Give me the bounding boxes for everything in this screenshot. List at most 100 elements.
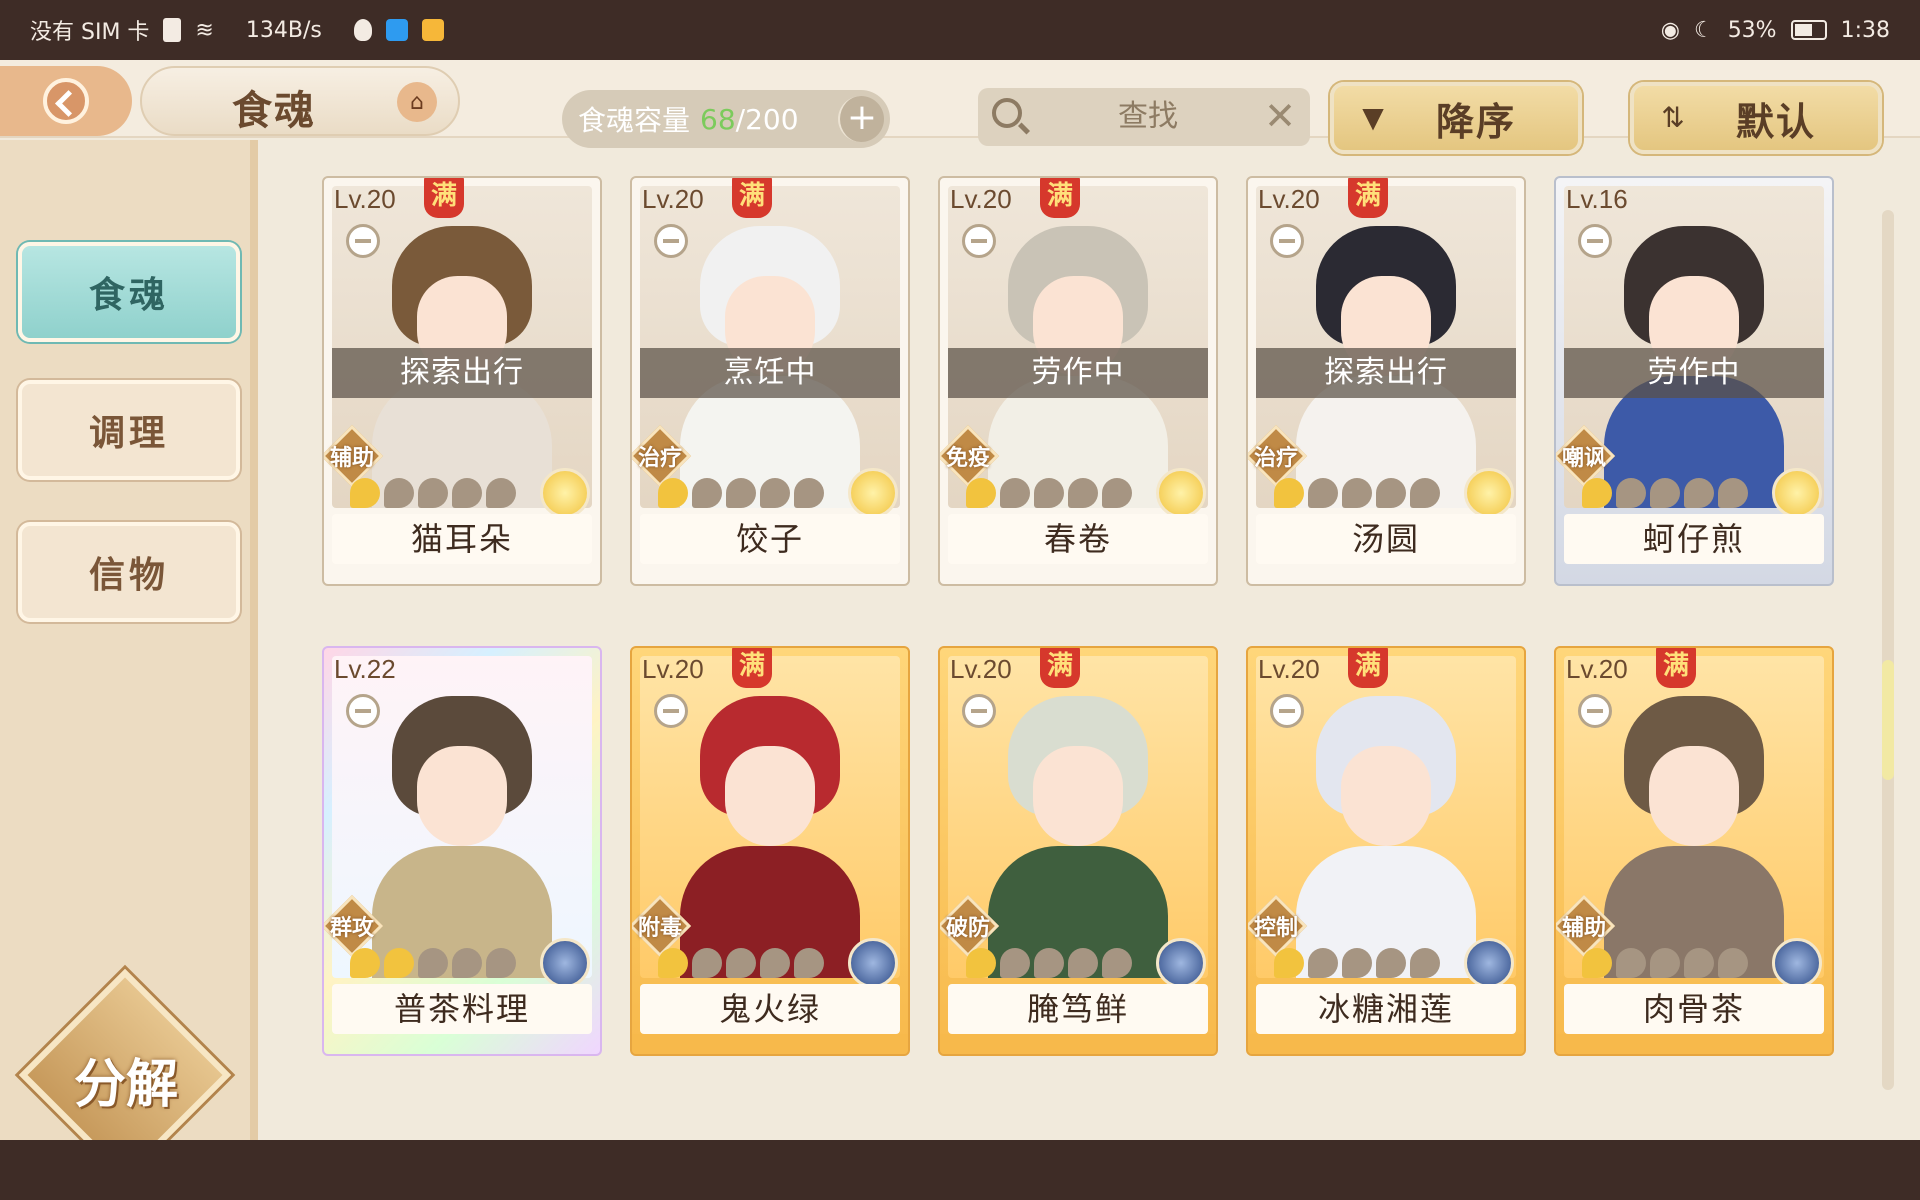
flame-star-icon — [1718, 948, 1748, 978]
flame-star-icon — [658, 948, 688, 978]
decompose-label[interactable]: 分解 — [46, 1042, 206, 1117]
character-name: 肉骨茶 — [1564, 984, 1824, 1034]
level-label: Lv.20 — [642, 654, 704, 684]
role-badge: 辅助 — [1556, 894, 1616, 958]
role-label: 破防 — [945, 916, 990, 941]
flame-star-icon — [452, 948, 482, 978]
flame-star-icon — [1068, 478, 1098, 508]
status-banner: 烹饪中 — [640, 348, 900, 398]
level-label: Lv.22 — [334, 654, 396, 684]
level-label: Lv.16 — [1566, 184, 1628, 214]
tab-tokens[interactable]: 信物 — [18, 522, 240, 622]
role-label: 嘲讽 — [1561, 446, 1606, 471]
flame-star-icon — [1410, 478, 1440, 508]
add-capacity-button[interactable]: + — [838, 96, 884, 142]
role-badge: 治疗 — [632, 424, 692, 488]
flame-star-icon — [1000, 948, 1030, 978]
character-name: 猫耳朵 — [332, 514, 592, 564]
food-soul-card[interactable]: Lv.20 满控制 冰糖湘莲 — [1246, 646, 1526, 1056]
scrollbar[interactable] — [1882, 210, 1894, 1090]
food-soul-grid: Lv.20 满探索出行 辅助 猫耳朵 Lv.20 满烹饪中 治疗 饺子 Lv.20 满劳作中 免疫春… — [322, 176, 1842, 1076]
sort-mode-label: 默认 — [1736, 99, 1817, 144]
flame-star-icon — [966, 478, 996, 508]
search-icon — [992, 98, 1022, 128]
flame-star-icon — [726, 948, 756, 978]
sort-order-button[interactable]: ▼ 降序 — [1330, 82, 1582, 154]
bowl-icon — [962, 694, 996, 728]
flame-star-icon — [1068, 948, 1098, 978]
role-badge: 嘲讽 — [1556, 424, 1616, 488]
sidebar: 食魂 调理 信物 分解 — [0, 140, 258, 1182]
food-soul-card[interactable]: Lv.20 满附毒 鬼火绿 — [630, 646, 910, 1056]
bowl-icon — [1270, 224, 1304, 258]
flame-star-icon — [1616, 948, 1646, 978]
search-box: ✕ — [978, 88, 1310, 146]
food-soul-card[interactable]: Lv.22 群攻 普茶料理 — [322, 646, 602, 1056]
element-badge-icon — [848, 938, 898, 988]
flame-star-icon — [384, 948, 414, 978]
search-input[interactable] — [1038, 92, 1258, 140]
star-rating — [966, 948, 1136, 982]
character-name: 普茶料理 — [332, 984, 592, 1034]
status-banner: 探索出行 — [1256, 348, 1516, 398]
status-banner: 劳作中 — [948, 348, 1208, 398]
tab-label: 食魂 — [88, 275, 169, 316]
message-app-icon — [421, 19, 444, 41]
bowl-icon — [346, 224, 380, 258]
max-level-badge: 满 — [732, 648, 772, 688]
max-level-badge: 满 — [1040, 648, 1080, 688]
back-button[interactable] — [0, 66, 132, 136]
element-badge-icon — [1156, 468, 1206, 518]
food-soul-card[interactable]: Lv.20 满探索出行 治疗 汤圆 — [1246, 176, 1526, 586]
flame-star-icon — [1308, 948, 1338, 978]
element-badge-icon — [540, 938, 590, 988]
flame-star-icon — [1308, 478, 1338, 508]
food-soul-card[interactable]: Lv.16 劳作中 嘲讽 蚵仔煎 — [1554, 176, 1834, 586]
flame-star-icon — [692, 478, 722, 508]
card-footer-strip — [324, 564, 600, 584]
sort-toggle-icon: ⇅ — [1661, 101, 1685, 134]
food-soul-card[interactable]: Lv.20 满劳作中 免疫 春卷 — [938, 176, 1218, 586]
star-rating — [1274, 478, 1444, 512]
sort-order-label: 降序 — [1436, 99, 1517, 144]
food-soul-card[interactable]: Lv.20 满破防 腌笃鲜 — [938, 646, 1218, 1056]
flame-star-icon — [1684, 948, 1714, 978]
clear-search-icon[interactable]: ✕ — [1264, 94, 1296, 138]
level-label: Lv.20 — [1258, 184, 1320, 214]
flame-star-icon — [1376, 478, 1406, 508]
food-soul-card[interactable]: Lv.20 满辅助 肉骨茶 — [1554, 646, 1834, 1056]
role-label: 附毒 — [637, 916, 682, 941]
food-soul-card[interactable]: Lv.20 满烹饪中 治疗 饺子 — [630, 176, 910, 586]
capacity-label: 食魂容量 — [578, 104, 691, 137]
element-badge-icon — [1772, 938, 1822, 988]
element-badge-icon — [1464, 938, 1514, 988]
card-footer-strip — [1556, 564, 1832, 584]
character-name: 冰糖湘莲 — [1256, 984, 1516, 1034]
star-rating — [658, 478, 828, 512]
battery-icon — [1790, 20, 1827, 40]
bowl-icon — [346, 694, 380, 728]
qq-icon — [353, 19, 372, 41]
element-badge-icon — [540, 468, 590, 518]
role-label: 免疫 — [945, 446, 990, 471]
flame-star-icon — [418, 478, 448, 508]
flame-star-icon — [1342, 478, 1372, 508]
flame-star-icon — [794, 478, 824, 508]
flame-star-icon — [760, 948, 790, 978]
food-soul-card[interactable]: Lv.20 满探索出行 辅助 猫耳朵 — [322, 176, 602, 586]
flame-star-icon — [1582, 948, 1612, 978]
level-label: Lv.20 — [950, 184, 1012, 214]
star-rating — [350, 948, 520, 982]
star-rating — [1274, 948, 1444, 982]
sort-mode-button[interactable]: ⇅ 默认 — [1630, 82, 1882, 154]
star-rating — [658, 948, 828, 982]
clock: 1:38 — [1840, 17, 1890, 43]
capacity-indicator: 食魂容量 68 /200 + — [562, 90, 890, 148]
tab-cultivate[interactable]: 调理 — [18, 380, 240, 480]
wifi-icon: ≋ — [195, 17, 214, 43]
role-badge: 附毒 — [632, 894, 692, 958]
tab-food-souls[interactable]: 食魂 — [18, 242, 240, 342]
scrollbar-thumb[interactable] — [1882, 660, 1894, 780]
descending-arrow-icon: ▼ — [1362, 101, 1384, 134]
bowl-icon — [1270, 694, 1304, 728]
